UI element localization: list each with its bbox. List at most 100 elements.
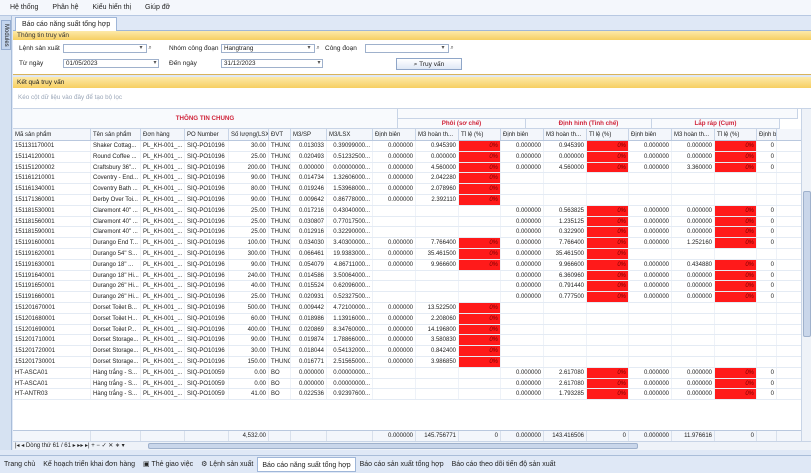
stage-group-input[interactable]: Hangtrang (221, 44, 315, 53)
results-grid[interactable]: THÔNG TIN CHUNG Phôi (sơ chế) Định hình … (13, 109, 801, 441)
column-header[interactable]: Định biên (757, 129, 777, 140)
column-header[interactable]: M3/SP (291, 129, 327, 140)
open-form-tab[interactable]: Kế hoạch triển khai đơn hàng (39, 457, 139, 472)
column-header[interactable]: Mã sản phẩm (13, 129, 91, 140)
table-cell: 0 (757, 389, 777, 400)
table-row[interactable]: 151191600001 Durango End T... PL_KH-001_..… (13, 238, 801, 249)
dropdown-arrow-icon[interactable]: ▾ (137, 44, 145, 53)
tab-bao-cao-nang-suat[interactable]: Báo cáo năng suất tổng hợp (15, 17, 118, 31)
table-cell: Hàng trắng - S... (91, 367, 141, 378)
table-row[interactable]: 151161210001 Coventry - End... PL_KH-001_.… (13, 173, 801, 185)
table-row[interactable]: HT-ANTR03 Hàng trắng - S... PL_KH-001_... S… (13, 389, 801, 401)
record-navigator[interactable]: |◂ ◂ Dòng thứ 61 / 61 ▸ ▸▸ ▸| + − ✓ ✕ ∗ … (13, 441, 140, 450)
column-header[interactable]: M3 hoàn th... (672, 129, 715, 140)
table-cell (544, 302, 587, 313)
calendar-dropdown-icon[interactable]: ▾ (315, 59, 323, 68)
open-form-tab[interactable]: ⚙ Lệnh sản xuất (197, 457, 257, 472)
table-row[interactable]: 151141200001 Round Coffee ... PL_KH-001_..… (13, 151, 801, 163)
table-cell: 0.000000 (672, 205, 715, 216)
column-header[interactable]: Định biên (373, 129, 416, 140)
product-order-input[interactable] (63, 44, 147, 53)
table-cell: 0 (757, 141, 777, 151)
table-row[interactable]: 151151200002 Craftsbury 36"... PL_KH-001_.… (13, 162, 801, 174)
table-cell: 25.00 (229, 227, 269, 238)
table-row[interactable]: 151191660001 Durango 26" Hi... PL_KH-001_.… (13, 292, 801, 303)
table-row[interactable]: 151171360001 Derby Over Toi... PL_KH-001_.… (13, 194, 801, 206)
from-date-input[interactable]: 01/05/2023 (63, 59, 159, 68)
search-icon[interactable]: ⌕ (448, 44, 456, 53)
table-cell: Hàng trắng - S... (91, 389, 141, 400)
table-cell (757, 324, 777, 335)
open-form-tab[interactable]: ▣ Thẻ giao việc (139, 457, 197, 472)
table-cell: Durango End T... (91, 238, 141, 248)
column-header[interactable]: Tỉ lệ (%) (587, 129, 629, 140)
table-cell (629, 302, 672, 313)
column-header[interactable]: Tên sản phẩm (91, 129, 141, 140)
column-header[interactable]: M3 hoàn th... (416, 129, 459, 140)
table-row[interactable]: 151161340001 Coventry Bath ... PL_KH-001_.… (13, 184, 801, 195)
group-by-panel[interactable]: Kéo cột dữ liệu vào đây để tạo bộ lọc (13, 88, 811, 109)
table-cell: 0% (587, 292, 629, 302)
table-cell: 0.000000 (373, 248, 416, 259)
table-cell: Durango 54" S... (91, 248, 141, 259)
table-row[interactable]: 151201720001 Dorset Storage... PL_KH-001_.… (13, 346, 801, 357)
table-cell: 0% (587, 162, 629, 173)
table-row[interactable]: 151191630001 Durango 18" ... PL_KH-001_...… (13, 259, 801, 271)
menu-giup-do[interactable]: Giúp đỡ (145, 4, 170, 11)
column-header[interactable]: Số lượng(LSX) (229, 129, 269, 140)
table-cell: 0.000000 (629, 162, 672, 173)
table-row[interactable]: 151201680001 Dorset Toilet H... PL_KH-001_… (13, 313, 801, 325)
column-header[interactable]: Tỉ lệ (%) (459, 129, 501, 140)
horizontal-scroll-thumb[interactable] (148, 443, 638, 449)
table-cell: THUNG (271, 281, 291, 292)
table-row[interactable]: 151191620001 Durango 54" S... PL_KH-001_..… (13, 248, 801, 260)
menu-phan-he[interactable]: Phân hệ (52, 4, 78, 11)
horizontal-scrollbar[interactable] (140, 441, 811, 450)
query-button[interactable]: ⌕ Truy vấn (396, 58, 462, 70)
menu-he-thong[interactable]: Hệ thống (10, 4, 38, 11)
column-header[interactable]: M3/LSX (327, 129, 373, 140)
modules-tab[interactable]: Modules (1, 20, 11, 50)
table-row[interactable]: 151201730001 Dorset Storage... PL_KH-001_.… (13, 356, 801, 368)
menu-kieu-hien-thi[interactable]: Kiểu hiển thị (93, 4, 132, 11)
column-header[interactable]: Đơn hàng (141, 129, 185, 140)
column-header[interactable]: M3 hoàn th... (544, 129, 587, 140)
open-form-tab[interactable]: Báo cáo sản xuất tổng hợp (356, 457, 448, 472)
table-cell: Durango 18" Hi... (91, 270, 141, 281)
table-row[interactable]: 151201670001 Dorset Toilet B... PL_KH-001_… (13, 302, 801, 314)
column-header[interactable]: Định biên (629, 129, 672, 140)
table-row[interactable]: 151131170001 Shaker Cottag... PL_KH-001_..… (13, 141, 801, 152)
table-row[interactable]: 151181590001 Claremont 40" ... PL_KH-001_.… (13, 227, 801, 239)
table-row[interactable]: 151191650001 Durango 26" Hi... PL_KH-001_.… (13, 281, 801, 293)
column-header[interactable]: ĐVT (269, 129, 291, 140)
table-cell: 200.00 (229, 162, 269, 173)
table-row[interactable]: 151201690001 Dorset Toilet P... PL_KH-001_… (13, 324, 801, 336)
stage-input[interactable] (365, 44, 449, 53)
column-header[interactable]: Tỉ lệ (%) (715, 129, 757, 140)
column-header[interactable]: PO Number (185, 129, 229, 140)
vertical-scrollbar[interactable] (801, 109, 811, 441)
table-cell: 240.00 (229, 270, 269, 281)
table-row[interactable]: HT-ASCA01 Hàng trắng - S... PL_KH-001_... S… (13, 378, 801, 390)
table-cell: SIQ-PO10196 (185, 162, 229, 173)
open-form-tab[interactable]: Báo cáo năng suất tổng hợp (257, 456, 356, 472)
document-tab-bar: Báo cáo năng suất tổng hợp (13, 16, 811, 31)
calendar-dropdown-icon[interactable]: ▾ (151, 59, 159, 68)
table-cell: 0.000000 (672, 389, 715, 400)
dropdown-arrow-icon[interactable]: ▾ (439, 44, 447, 53)
table-row[interactable]: 151191640001 Durango 18" Hi... PL_KH-001_.… (13, 270, 801, 282)
table-row[interactable]: 151201710001 Dorset Storage... PL_KH-001_.… (13, 335, 801, 347)
open-form-tab[interactable]: Báo cáo theo dõi tiến độ sản xuất (448, 457, 560, 472)
table-row[interactable]: 151181560001 Claremont 40" ... PL_KH-001_.… (13, 216, 801, 228)
table-row[interactable]: 151181530001 Claremont 40" ... PL_KH-001_.… (13, 205, 801, 217)
to-date-input[interactable]: 31/12/2023 (221, 59, 323, 68)
table-cell: Durango 26" Hi... (91, 292, 141, 302)
column-header[interactable]: Định biên (501, 129, 544, 140)
dropdown-arrow-icon[interactable]: ▾ (305, 44, 313, 53)
table-cell: Dorset Toilet P... (91, 324, 141, 335)
vertical-scroll-thumb[interactable] (803, 191, 811, 337)
search-icon[interactable]: ⌕ (146, 44, 154, 53)
open-form-tab[interactable]: Trang chủ (0, 457, 39, 472)
search-icon[interactable]: ⌕ (314, 44, 322, 53)
table-row[interactable]: HT-ASCA01 Hàng trắng - S... PL_KH-001_... S… (13, 367, 801, 379)
